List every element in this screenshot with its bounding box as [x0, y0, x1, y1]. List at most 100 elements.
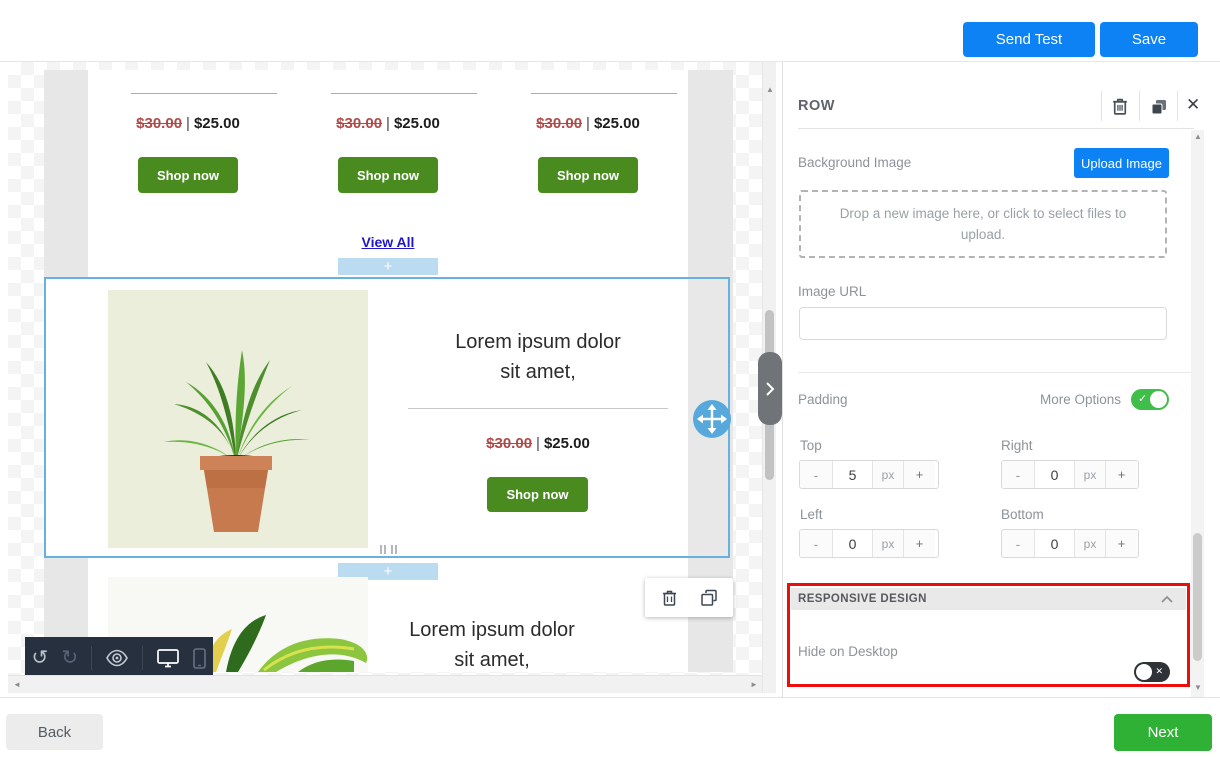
- padding-bottom-value[interactable]: 0: [1035, 530, 1074, 557]
- delete-row-icon[interactable]: [1111, 97, 1129, 116]
- image-dropzone[interactable]: Drop a new image here, or click to selec…: [799, 190, 1167, 258]
- view-all-link[interactable]: View All: [338, 234, 438, 250]
- shop-now-button[interactable]: Shop now: [138, 157, 238, 193]
- heading-line-1: Lorem ipsum dolor: [388, 327, 688, 357]
- x-icon: ✕: [1155, 666, 1163, 677]
- responsive-design-header[interactable]: RESPONSIVE DESIGN: [791, 588, 1186, 610]
- padding-right-value[interactable]: 0: [1035, 461, 1074, 488]
- background-image-label: Background Image: [798, 155, 911, 170]
- desktop-preview-icon[interactable]: [156, 648, 180, 668]
- selected-row[interactable]: Lorem ipsum dolor sit amet, $30.00|$25.0…: [44, 277, 730, 558]
- row-actions-popover: [645, 578, 733, 617]
- new-price: $25.00: [544, 435, 590, 452]
- toolbar-divider: [142, 646, 143, 670]
- old-price: $30.00: [536, 115, 582, 132]
- check-icon: ✓: [1138, 392, 1147, 405]
- redo-icon[interactable]: ↻: [61, 648, 78, 668]
- close-panel-icon[interactable]: ✕: [1186, 95, 1200, 115]
- scroll-up-arrow[interactable]: ▲: [1194, 133, 1202, 141]
- toggle-knob: [1136, 664, 1152, 680]
- product-divider: [131, 93, 277, 94]
- email-builder-page: Send Test Save $30.00|$25.00 $30.00|$25.…: [0, 0, 1220, 757]
- product-price: $30.00|$25.00: [513, 115, 663, 132]
- unit-label: px: [1074, 461, 1105, 488]
- padding-right-stepper: - 0 px +: [1001, 460, 1139, 489]
- undo-icon[interactable]: ↺: [32, 648, 49, 668]
- content-divider: [408, 408, 668, 409]
- more-options-toggle[interactable]: ✓: [1131, 389, 1169, 410]
- header-border: [798, 128, 1194, 129]
- panel-collapse-handle[interactable]: [758, 352, 782, 425]
- chevron-up-icon[interactable]: [1161, 595, 1173, 603]
- panel-scrollbar[interactable]: ▲ ▼: [1191, 130, 1204, 697]
- product-divider: [531, 93, 677, 94]
- increment-button[interactable]: +: [1105, 530, 1137, 557]
- heading-line-2: sit amet,: [342, 645, 642, 675]
- heading-line-2: sit amet,: [388, 357, 688, 387]
- add-row-button-top[interactable]: +: [338, 258, 438, 275]
- toolbar-divider: [91, 646, 92, 670]
- duplicate-row-icon[interactable]: [1149, 97, 1168, 116]
- image-url-label: Image URL: [798, 284, 866, 299]
- header-divider: [1139, 91, 1140, 121]
- product-price: $30.00|$25.00: [113, 115, 263, 132]
- mobile-preview-icon[interactable]: [193, 648, 206, 669]
- increment-button[interactable]: +: [1105, 461, 1137, 488]
- panel-title: ROW: [798, 98, 835, 114]
- decrement-button[interactable]: -: [1002, 530, 1035, 557]
- chevron-right-icon: [765, 381, 775, 397]
- price-separator: |: [582, 115, 594, 132]
- padding-left-label: Left: [800, 507, 823, 522]
- toggle-knob: [1150, 391, 1167, 408]
- duplicate-row-icon[interactable]: [700, 589, 718, 607]
- new-price: $25.00: [194, 115, 240, 132]
- plant-product-image[interactable]: [108, 290, 368, 548]
- decrement-button[interactable]: -: [1002, 461, 1035, 488]
- old-price: $30.00: [486, 435, 532, 452]
- hide-on-desktop-toggle[interactable]: ✕: [1134, 662, 1170, 682]
- image-url-input[interactable]: [799, 307, 1167, 340]
- padding-top-label: Top: [800, 438, 822, 453]
- save-button[interactable]: Save: [1100, 22, 1198, 57]
- back-button[interactable]: Back: [6, 714, 103, 750]
- scroll-down-arrow[interactable]: ▼: [1194, 684, 1202, 692]
- row-heading-text[interactable]: Lorem ipsum dolor sit amet,: [388, 327, 688, 387]
- padding-top-value[interactable]: 5: [833, 461, 872, 488]
- unit-label: px: [872, 461, 903, 488]
- send-test-button[interactable]: Send Test: [963, 22, 1095, 57]
- top-bar: Send Test Save: [0, 0, 1220, 62]
- header-divider: [1101, 91, 1102, 121]
- shop-now-button[interactable]: Shop now: [538, 157, 638, 193]
- next-button[interactable]: Next: [1114, 714, 1212, 751]
- decrement-button[interactable]: -: [800, 461, 833, 488]
- header-divider: [1177, 91, 1178, 121]
- increment-button[interactable]: +: [903, 461, 935, 488]
- scroll-up-arrow[interactable]: ▲: [766, 86, 774, 94]
- price-separator: |: [532, 435, 544, 452]
- old-price: $30.00: [336, 115, 382, 132]
- row-drag-handle[interactable]: [693, 400, 731, 438]
- bottom-row-heading-text[interactable]: Lorem ipsum dolor sit amet,: [342, 615, 642, 675]
- price-separator: |: [382, 115, 394, 132]
- scrollbar-thumb[interactable]: [1193, 533, 1202, 661]
- column-resize-handle[interactable]: [380, 545, 400, 555]
- padding-bottom-label: Bottom: [1001, 507, 1044, 522]
- delete-row-icon[interactable]: [661, 589, 678, 607]
- padding-left-value[interactable]: 0: [833, 530, 872, 557]
- padding-bottom-stepper: - 0 px +: [1001, 529, 1139, 558]
- upload-image-button[interactable]: Upload Image: [1074, 148, 1169, 178]
- scroll-right-arrow[interactable]: ►: [750, 681, 758, 689]
- shop-now-button[interactable]: Shop now: [487, 477, 588, 512]
- canvas-horizontal-scrollbar[interactable]: ◄ ►: [8, 675, 762, 693]
- old-price: $30.00: [136, 115, 182, 132]
- increment-button[interactable]: +: [903, 530, 935, 557]
- preview-eye-icon[interactable]: [105, 649, 129, 667]
- unit-label: px: [1074, 530, 1105, 557]
- shop-now-button[interactable]: Shop now: [338, 157, 438, 193]
- plant-illustration: [108, 290, 368, 548]
- decrement-button[interactable]: -: [800, 530, 833, 557]
- padding-right-label: Right: [1001, 438, 1033, 453]
- section-divider: [798, 372, 1194, 373]
- padding-left-stepper: - 0 px +: [799, 529, 939, 558]
- scroll-left-arrow[interactable]: ◄: [13, 681, 21, 689]
